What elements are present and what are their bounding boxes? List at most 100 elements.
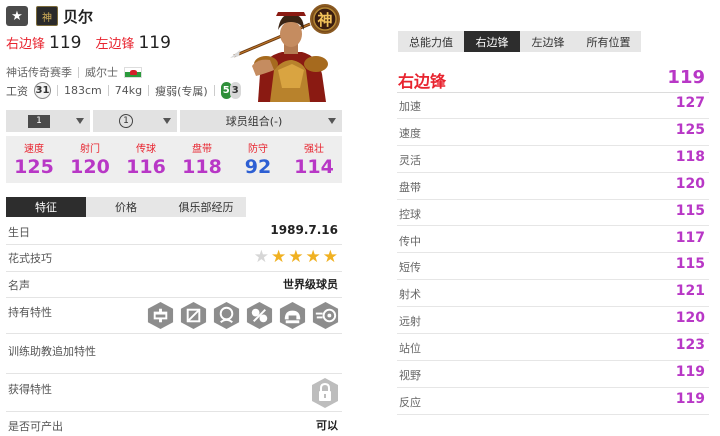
stat-label: 盘带 (192, 144, 212, 155)
body-type: 瘦弱(专属) (155, 84, 208, 98)
position-ratings: 右边锋 119 左边锋 119 (6, 33, 181, 53)
star-filled-icon: ★ (288, 247, 304, 267)
position-name: 右边锋 (398, 72, 447, 91)
attribute-value: 118 (675, 148, 705, 165)
stat-passing: 传球 116 (118, 136, 174, 183)
trait-early-crosser-icon[interactable] (311, 301, 340, 330)
stat-physical: 强壮 114 (286, 136, 342, 183)
stat-value: 114 (294, 156, 334, 178)
stat-label: 传球 (136, 144, 156, 155)
level-select[interactable]: 1 (6, 110, 90, 132)
attribute-label: 速度 (399, 126, 421, 140)
position-tabs: 总能力值 右边锋 左边锋 所有位置 (398, 31, 641, 52)
attribute-label: 反应 (399, 395, 421, 409)
attribute-row: 远射 120 (397, 307, 709, 335)
trait-finesse-shot-icon[interactable] (179, 301, 208, 330)
chevron-down-icon (163, 118, 171, 124)
stat-value: 125 (14, 156, 54, 178)
stat-defending: 防守 92 (230, 136, 286, 183)
trait-flair-icon[interactable] (245, 301, 274, 330)
attribute-value: 121 (675, 283, 705, 300)
enhance-select[interactable]: 1 (93, 110, 177, 132)
star-filled-icon: ★ (305, 247, 321, 267)
attribute-value: 125 (675, 121, 705, 138)
attribute-row: 加速 127 (397, 92, 709, 119)
producible-label: 是否可产出 (8, 420, 63, 433)
attribute-value: 120 (675, 310, 705, 327)
attribute-label: 灵活 (399, 153, 421, 167)
fame-label: 名声 (8, 279, 30, 292)
attribute-row: 短传 115 (397, 253, 709, 281)
main-stats: 速度 125 射门 120 传球 116 盘带 118 防守 92 强壮 114 (6, 136, 342, 183)
team-chem-select[interactable]: 球员组合(-) (180, 110, 342, 132)
trait-power-header-icon[interactable] (278, 301, 307, 330)
chevron-down-icon (76, 118, 84, 124)
wage-badge: 31 (34, 82, 51, 99)
lock-icon (312, 378, 338, 408)
tab-overall[interactable]: 总能力值 (398, 31, 464, 52)
attribute-label: 盘带 (399, 180, 421, 194)
overall-value: 119 (667, 67, 705, 88)
attribute-value: 115 (675, 202, 705, 219)
stat-label: 防守 (248, 144, 268, 155)
tab-rw[interactable]: 右边锋 (464, 31, 520, 52)
attribute-value: 119 (675, 390, 705, 407)
coach-traits-row: 训练助教追加特性 (6, 334, 342, 374)
enhance-value: 1 (119, 114, 133, 128)
stat-value: 116 (126, 156, 166, 178)
divider (213, 85, 215, 96)
obtained-traits-label: 获得特性 (8, 383, 52, 396)
tab-price[interactable]: 价格 (86, 197, 166, 217)
position-value: 119 (49, 33, 82, 53)
fame-value: 世界级球员 (283, 278, 338, 291)
tab-traits[interactable]: 特征 (6, 197, 86, 217)
tab-club-history[interactable]: 俱乐部经历 (166, 197, 246, 217)
wales-flag-icon (124, 66, 142, 78)
birthday-value: 1989.7.16 (270, 223, 338, 237)
trait-speed-dribbler-icon[interactable] (212, 301, 241, 330)
fame-row: 名声 世界级球员 (6, 272, 342, 298)
attribute-value: 119 (675, 364, 705, 380)
attribute-row: 视野 119 (397, 361, 709, 388)
attribute-label: 视野 (399, 369, 421, 382)
star-icon: ★ (11, 8, 23, 24)
producible-row: 是否可产出 可以 (6, 412, 342, 436)
star-empty-icon: ★ (253, 247, 269, 267)
trait-injury-prone-icon[interactable] (146, 301, 175, 330)
divider (57, 85, 58, 96)
chevron-down-icon (328, 118, 336, 124)
attribute-value: 120 (675, 175, 705, 192)
obtained-traits-row: 获得特性 (6, 374, 342, 412)
selector-bar: 1 1 球员组合(-) (6, 110, 342, 132)
stat-value: 92 (244, 156, 272, 178)
player-name: 贝尔 (63, 8, 94, 26)
star-filled-icon: ★ (322, 247, 338, 267)
attribute-row: 盘带 120 (397, 173, 709, 200)
attribute-label: 站位 (399, 342, 421, 356)
skill-moves-row: 花式技巧 ★ ★ ★ ★ ★ (6, 245, 342, 272)
trait-icons (146, 301, 340, 330)
star-filled-icon: ★ (271, 247, 287, 267)
physical-details: 工资 31 183cm 74kg 瘦弱(专属) 5 3 (6, 82, 241, 99)
position-overall: 右边锋 119 (397, 66, 709, 93)
coach-traits-label: 训练助教追加特性 (8, 345, 96, 358)
attribute-row: 速度 125 (397, 119, 709, 146)
attribute-value: 127 (675, 95, 705, 111)
attribute-label: 远射 (399, 315, 421, 329)
favorite-button[interactable]: ★ (6, 6, 28, 26)
divider (78, 66, 79, 78)
tab-lw[interactable]: 左边锋 (520, 31, 576, 52)
tab-all-positions[interactable]: 所有位置 (576, 31, 641, 52)
season-nation-line: 神话传奇赛季 威尔士 (6, 64, 142, 80)
emblem-icon: 神 (310, 4, 340, 34)
attribute-label: 射术 (399, 288, 421, 302)
stat-shooting: 射门 120 (62, 136, 118, 183)
wage-label: 工资 (6, 84, 28, 98)
attribute-label: 传中 (399, 234, 421, 248)
divider (107, 85, 109, 96)
attribute-row: 站位 123 (397, 334, 709, 361)
weight: 74kg (114, 84, 143, 97)
stat-label: 速度 (24, 144, 44, 155)
skill-moves-label: 花式技巧 (8, 252, 52, 265)
season-badge-icon: 神 (36, 6, 58, 26)
